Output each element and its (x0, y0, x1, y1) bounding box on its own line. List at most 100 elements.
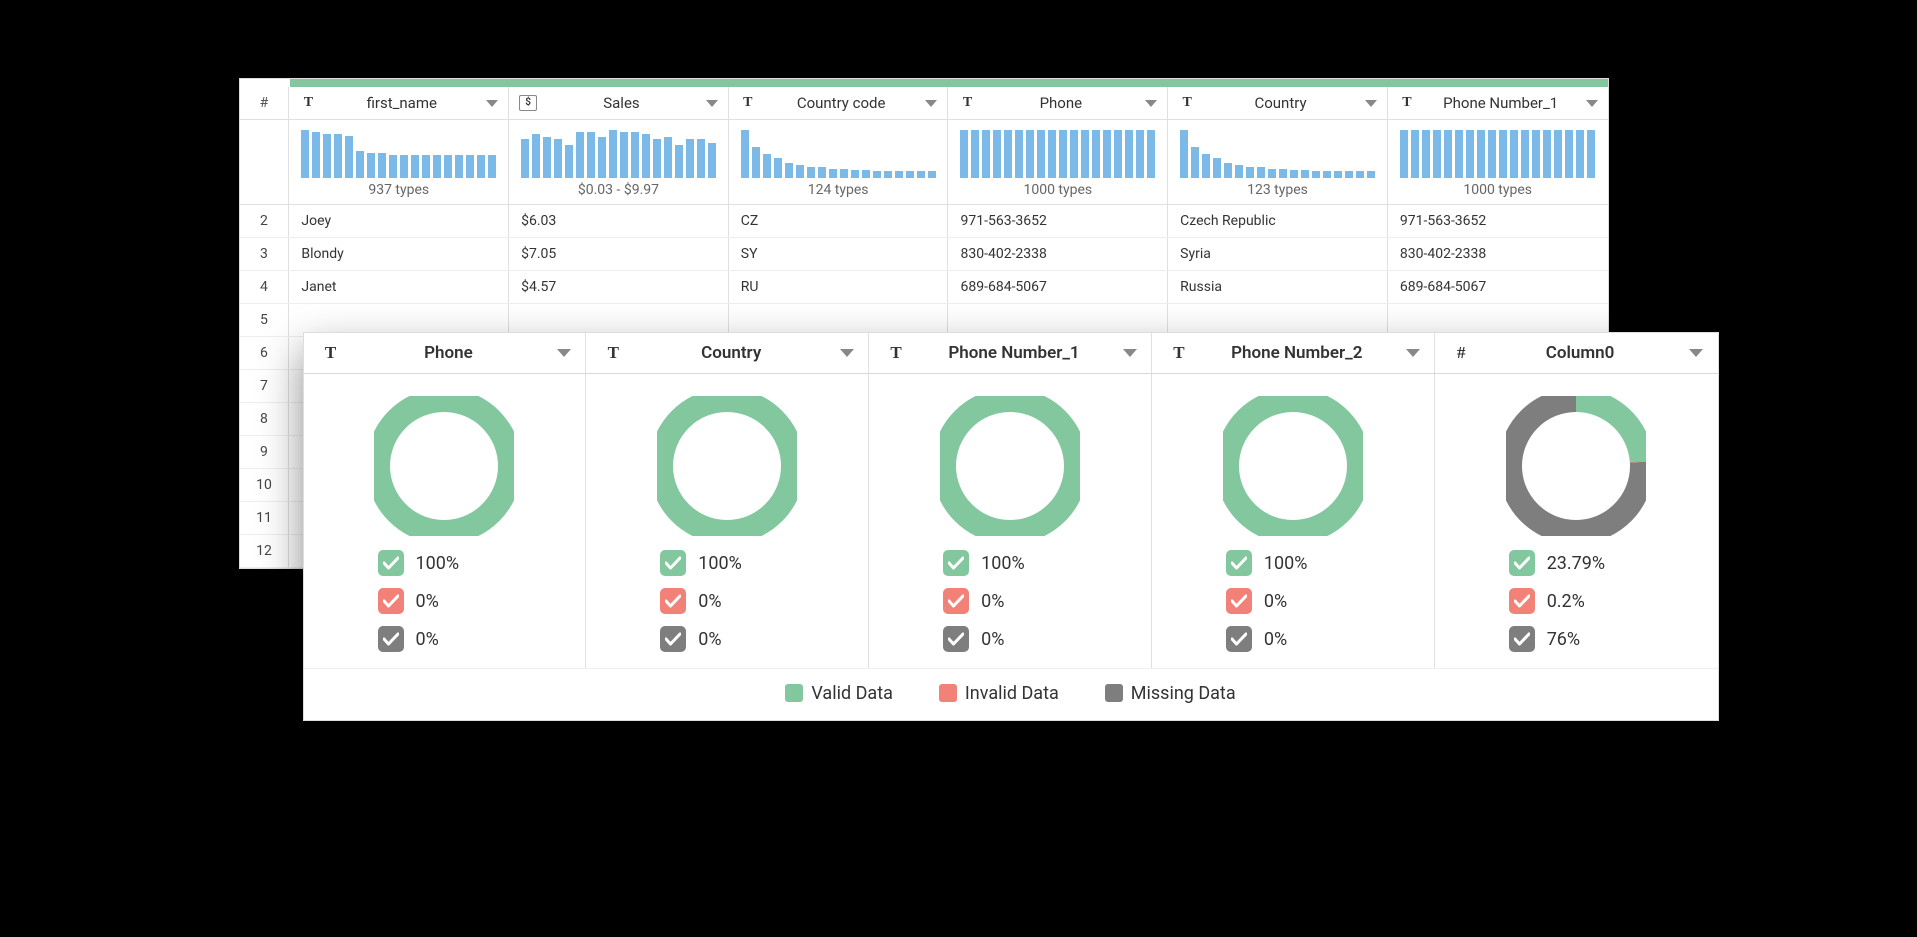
table-row[interactable]: 4Janet$4.57RU689-684-5067Russia689-684-5… (240, 271, 1608, 304)
histogram-cell[interactable]: 123 types (1168, 120, 1388, 204)
donut-chart (657, 396, 797, 536)
missing-percent-row: 0% (943, 626, 1004, 652)
quality-column-header[interactable]: T Phone Number_2 (1152, 333, 1434, 373)
donut-chart (940, 396, 1080, 536)
invalid-percent: 0% (981, 591, 1004, 612)
column-header[interactable]: T first_name (289, 87, 509, 119)
table-cell[interactable]: $6.03 (509, 205, 729, 237)
quality-column-header[interactable]: TPhone Number_1 (869, 333, 1151, 373)
invalid-percent-row: 0% (1226, 588, 1287, 614)
quality-column-header[interactable]: #Column0 (1435, 333, 1718, 373)
table-cell[interactable]: 830-402-2338 (948, 238, 1168, 270)
column-header[interactable]: T Country code (729, 87, 949, 119)
table-cell[interactable]: Blondy (289, 238, 509, 270)
check-icon (1509, 626, 1535, 652)
valid-percent: 100% (416, 553, 460, 574)
table-cell[interactable]: 689-684-5067 (1388, 271, 1608, 303)
table-cell[interactable]: $7.05 (509, 238, 729, 270)
chevron-down-icon[interactable] (1586, 100, 1598, 107)
row-number: 8 (240, 403, 290, 435)
histogram-cell[interactable]: 937 types (289, 120, 509, 204)
column-name: Country code (767, 94, 916, 112)
histogram-cell[interactable]: $0.03 - $9.97 (509, 120, 729, 204)
column-name: Phone Number_2 (1200, 343, 1394, 363)
histogram-summary: $0.03 - $9.97 (519, 182, 718, 198)
check-icon (1509, 550, 1535, 576)
table-cell[interactable]: Syria (1168, 238, 1388, 270)
chevron-down-icon[interactable] (486, 100, 498, 107)
valid-percent: 100% (981, 553, 1025, 574)
column-name: Sales (547, 94, 696, 112)
table-cell[interactable]: CZ (729, 205, 949, 237)
column-name: Country (634, 343, 828, 363)
table-cell[interactable]: 830-402-2338 (1388, 238, 1608, 270)
quality-legend: Valid Data Invalid Data Missing Data (304, 668, 1718, 720)
quality-column-body: 100% 0% 0% (586, 374, 869, 668)
quality-column-header[interactable]: TCountry (586, 333, 868, 373)
table-cell[interactable]: $4.57 (509, 271, 729, 303)
chevron-down-icon[interactable] (1123, 349, 1137, 357)
row-number: 9 (240, 436, 290, 468)
histogram-cell[interactable]: 124 types (729, 120, 949, 204)
row-number: 7 (240, 370, 290, 402)
valid-percent-row: 23.79% (1509, 550, 1605, 576)
chevron-down-icon[interactable] (1689, 349, 1703, 357)
row-number: 4 (240, 271, 290, 303)
table-cell[interactable]: 689-684-5067 (948, 271, 1168, 303)
invalid-percent-row: 0% (378, 588, 439, 614)
valid-percent-row: 100% (943, 550, 1025, 576)
quality-column-body: 100% 0% 0% (304, 374, 587, 668)
missing-percent: 0% (698, 629, 721, 650)
valid-percent-row: 100% (660, 550, 742, 576)
column-header[interactable]: $ Sales (509, 87, 729, 119)
type-icon: T (1170, 343, 1188, 363)
column-header[interactable]: T Phone Number_1 (1388, 87, 1608, 119)
chevron-down-icon[interactable] (1365, 100, 1377, 107)
row-number: 3 (240, 238, 290, 270)
type-icon: T (299, 95, 317, 111)
invalid-percent-row: 0% (660, 588, 721, 614)
chevron-down-icon[interactable] (925, 100, 937, 107)
missing-percent-row: 0% (378, 626, 439, 652)
table-cell[interactable]: RU (729, 271, 949, 303)
histogram-cell[interactable]: 1000 types (948, 120, 1168, 204)
histogram-summary: 1000 types (1398, 182, 1598, 198)
legend-label: Missing Data (1131, 683, 1236, 704)
donut-chart (1506, 396, 1646, 536)
invalid-percent-row: 0.2% (1509, 588, 1585, 614)
table-cell[interactable]: Janet (289, 271, 509, 303)
check-icon (378, 626, 404, 652)
legend-swatch-red (939, 684, 957, 702)
legend-item-invalid: Invalid Data (939, 683, 1059, 704)
row-number-spacer (240, 120, 290, 204)
table-cell[interactable]: 971-563-3652 (948, 205, 1168, 237)
type-icon: T (1178, 95, 1196, 111)
missing-percent: 0% (416, 629, 439, 650)
invalid-percent-row: 0% (943, 588, 1004, 614)
column-header[interactable]: T Country (1168, 87, 1388, 119)
table-cell[interactable]: Russia (1168, 271, 1388, 303)
table-cell[interactable]: SY (729, 238, 949, 270)
table-row[interactable]: 3Blondy$7.05SY830-402-2338Syria830-402-2… (240, 238, 1608, 271)
histogram-row: 937 types $0.03 - $9.97 124 types 1000 t… (240, 120, 1608, 205)
valid-percent: 100% (698, 553, 742, 574)
donut-chart (374, 396, 514, 536)
type-icon: T (739, 95, 757, 111)
table-row[interactable]: 2Joey$6.03CZ971-563-3652Czech Republic97… (240, 205, 1608, 238)
chevron-down-icon[interactable] (557, 349, 571, 357)
chevron-down-icon[interactable] (1145, 100, 1157, 107)
chevron-down-icon[interactable] (1406, 349, 1420, 357)
quality-column-header[interactable]: TPhone (304, 333, 586, 373)
quality-column-body: 23.79% 0.2% 76% (1435, 374, 1718, 668)
table-cell[interactable]: Czech Republic (1168, 205, 1388, 237)
row-number: 5 (240, 304, 290, 336)
histogram-cell[interactable]: 1000 types (1388, 120, 1608, 204)
row-number: 11 (240, 502, 290, 534)
missing-percent-row: 76% (1509, 626, 1580, 652)
check-icon (1509, 588, 1535, 614)
table-cell[interactable]: Joey (289, 205, 509, 237)
column-header[interactable]: T Phone (948, 87, 1168, 119)
chevron-down-icon[interactable] (706, 100, 718, 107)
table-cell[interactable]: 971-563-3652 (1388, 205, 1608, 237)
chevron-down-icon[interactable] (840, 349, 854, 357)
